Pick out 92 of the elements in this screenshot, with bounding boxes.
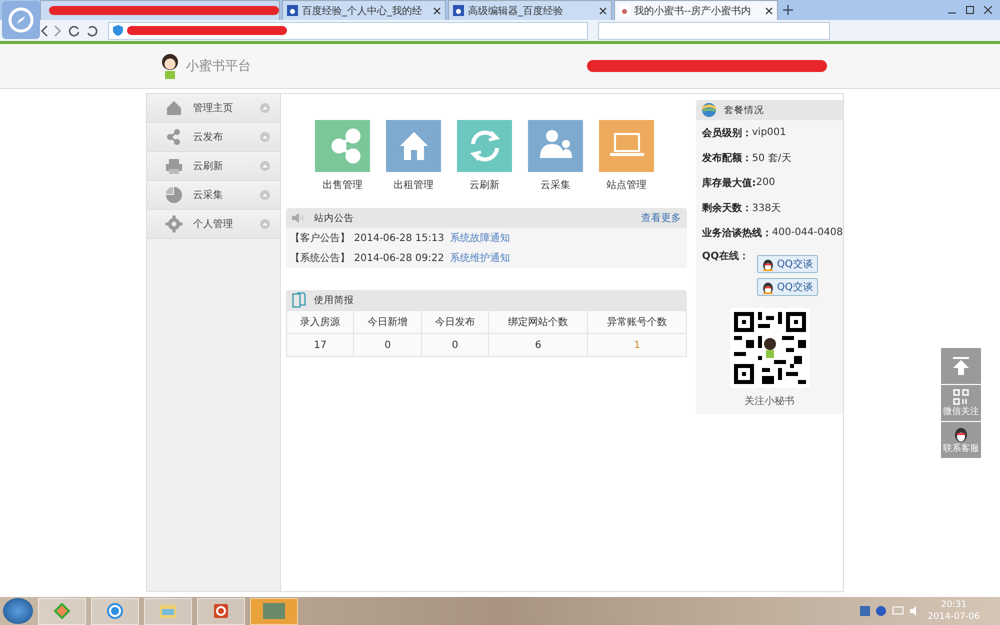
field-label: 剩余天数：: [702, 202, 752, 214]
gear-icon: [165, 215, 183, 233]
field-label: 会员级别：: [702, 126, 752, 140]
field-value: vip001: [752, 127, 786, 138]
taskbar-app-icon[interactable]: [250, 598, 298, 624]
clock-date: 2014-07-06: [928, 611, 980, 623]
qr-caption: 关注小秘书: [744, 394, 796, 408]
column-header: 录入房源: [286, 310, 354, 334]
column-header: 异常账号个数: [588, 310, 686, 334]
shield-icon: [113, 25, 123, 36]
share-tile[interactable]: [315, 120, 370, 172]
table-cell: 17: [286, 334, 354, 356]
expand-icon[interactable]: [260, 103, 270, 113]
table-cell: 0: [354, 334, 422, 356]
taskbar-app-icon[interactable]: [91, 598, 139, 624]
field-label: QQ在线：: [702, 250, 750, 264]
close-icon[interactable]: [984, 6, 992, 14]
field-value: 400-044-0408: [772, 227, 843, 238]
column-header: 今日发布: [421, 310, 489, 334]
panel-title: 使用简报: [314, 294, 355, 306]
refresh-icon[interactable]: [68, 24, 80, 36]
field-value: 50 套/天: [752, 152, 792, 164]
address-bar[interactable]: [108, 22, 588, 40]
pie-icon: [165, 186, 183, 204]
close-icon[interactable]: [433, 6, 441, 14]
taskbar-app-icon[interactable]: [197, 598, 245, 624]
browser-tab[interactable]: 高级编辑器_百度经验: [448, 0, 612, 20]
maximize-icon[interactable]: [966, 6, 974, 14]
share-icon: [165, 128, 183, 146]
globe-icon: [702, 103, 716, 117]
speaker-icon: [292, 213, 306, 223]
refresh-tile[interactable]: [457, 120, 512, 172]
tile-label[interactable]: 出售管理: [322, 178, 362, 192]
close-icon[interactable]: [599, 6, 607, 14]
printer-icon: [165, 157, 183, 175]
expand-icon[interactable]: [260, 161, 270, 171]
tab-title: 高级编辑器_百度经验: [468, 4, 564, 18]
field-label: 库存最大值:: [702, 176, 756, 190]
field-label: 业务洽谈热线：: [702, 226, 772, 240]
expand-icon[interactable]: [260, 190, 270, 200]
document-icon: [292, 292, 306, 308]
penguin-icon: [954, 426, 968, 442]
laptop-tile[interactable]: [599, 120, 654, 172]
tile-label[interactable]: 出租管理: [394, 178, 434, 192]
taskbar-app-icon[interactable]: [38, 598, 86, 624]
notice-tag: 【客户公告】: [290, 231, 350, 245]
site-logo-text: 小蜜书平台: [186, 58, 251, 75]
penguin-icon: [762, 280, 774, 294]
column-header: 今日新增: [354, 310, 422, 334]
plus-icon[interactable]: [780, 5, 796, 15]
search-field[interactable]: [598, 22, 830, 40]
column-header: 绑定网站个数: [488, 310, 588, 334]
browser-tab[interactable]: 我的小蜜书--房产小蜜书内: [614, 0, 778, 20]
view-more-link[interactable]: 查看更多: [641, 211, 681, 225]
field-value: 200: [756, 177, 776, 188]
notice-link[interactable]: 系统维护通知: [450, 251, 510, 265]
panel-title: 站内公告: [314, 212, 355, 224]
tab-title: 百度经验_个人中心_我的经: [302, 4, 423, 18]
girl-avatar-icon: [160, 53, 180, 79]
home-tile[interactable]: [386, 120, 441, 172]
tile-label[interactable]: 云采集: [540, 178, 570, 192]
arrow-up-icon: [951, 356, 971, 376]
notice-tag: 【系统公告】: [290, 251, 350, 265]
start-button[interactable]: [3, 598, 33, 624]
panel-title: 套餐情况: [724, 104, 765, 116]
field-label: 发布配额：: [702, 151, 752, 164]
penguin-icon: [762, 258, 774, 270]
tab-title: 我的小蜜书--房产小蜜书内: [634, 4, 752, 18]
network-icon[interactable]: [892, 606, 904, 616]
qq-chat-button[interactable]: QQ交谈: [757, 255, 818, 273]
home-icon: [165, 99, 183, 117]
tile-label[interactable]: 站点管理: [606, 178, 646, 192]
clock-time: 20:31: [940, 599, 967, 611]
qq-chat-button[interactable]: QQ交谈: [757, 278, 818, 296]
notice-link[interactable]: 系统故障通知: [450, 231, 510, 245]
notice-date: 2014-06-28 15:13: [354, 232, 444, 244]
table-cell: 6: [488, 334, 588, 356]
browser-tab[interactable]: 百度经验_个人中心_我的经: [282, 0, 446, 20]
close-icon[interactable]: [765, 6, 773, 14]
tile-label[interactable]: 云刷新: [470, 178, 500, 192]
browser-tab[interactable]: [40, 0, 280, 20]
field-value: 338天: [752, 202, 782, 214]
expand-icon[interactable]: [260, 219, 270, 229]
qr-code-icon: [953, 388, 969, 404]
expand-icon[interactable]: [260, 132, 270, 142]
back-to-top-button[interactable]: [941, 348, 981, 384]
notice-date: 2014-06-28 09:22: [354, 252, 444, 264]
tray-icon[interactable]: [860, 606, 870, 616]
table-cell: 0: [421, 334, 489, 356]
table-cell: 1: [588, 334, 686, 356]
people-tile[interactable]: [528, 120, 583, 172]
undo-icon[interactable]: [86, 24, 98, 36]
